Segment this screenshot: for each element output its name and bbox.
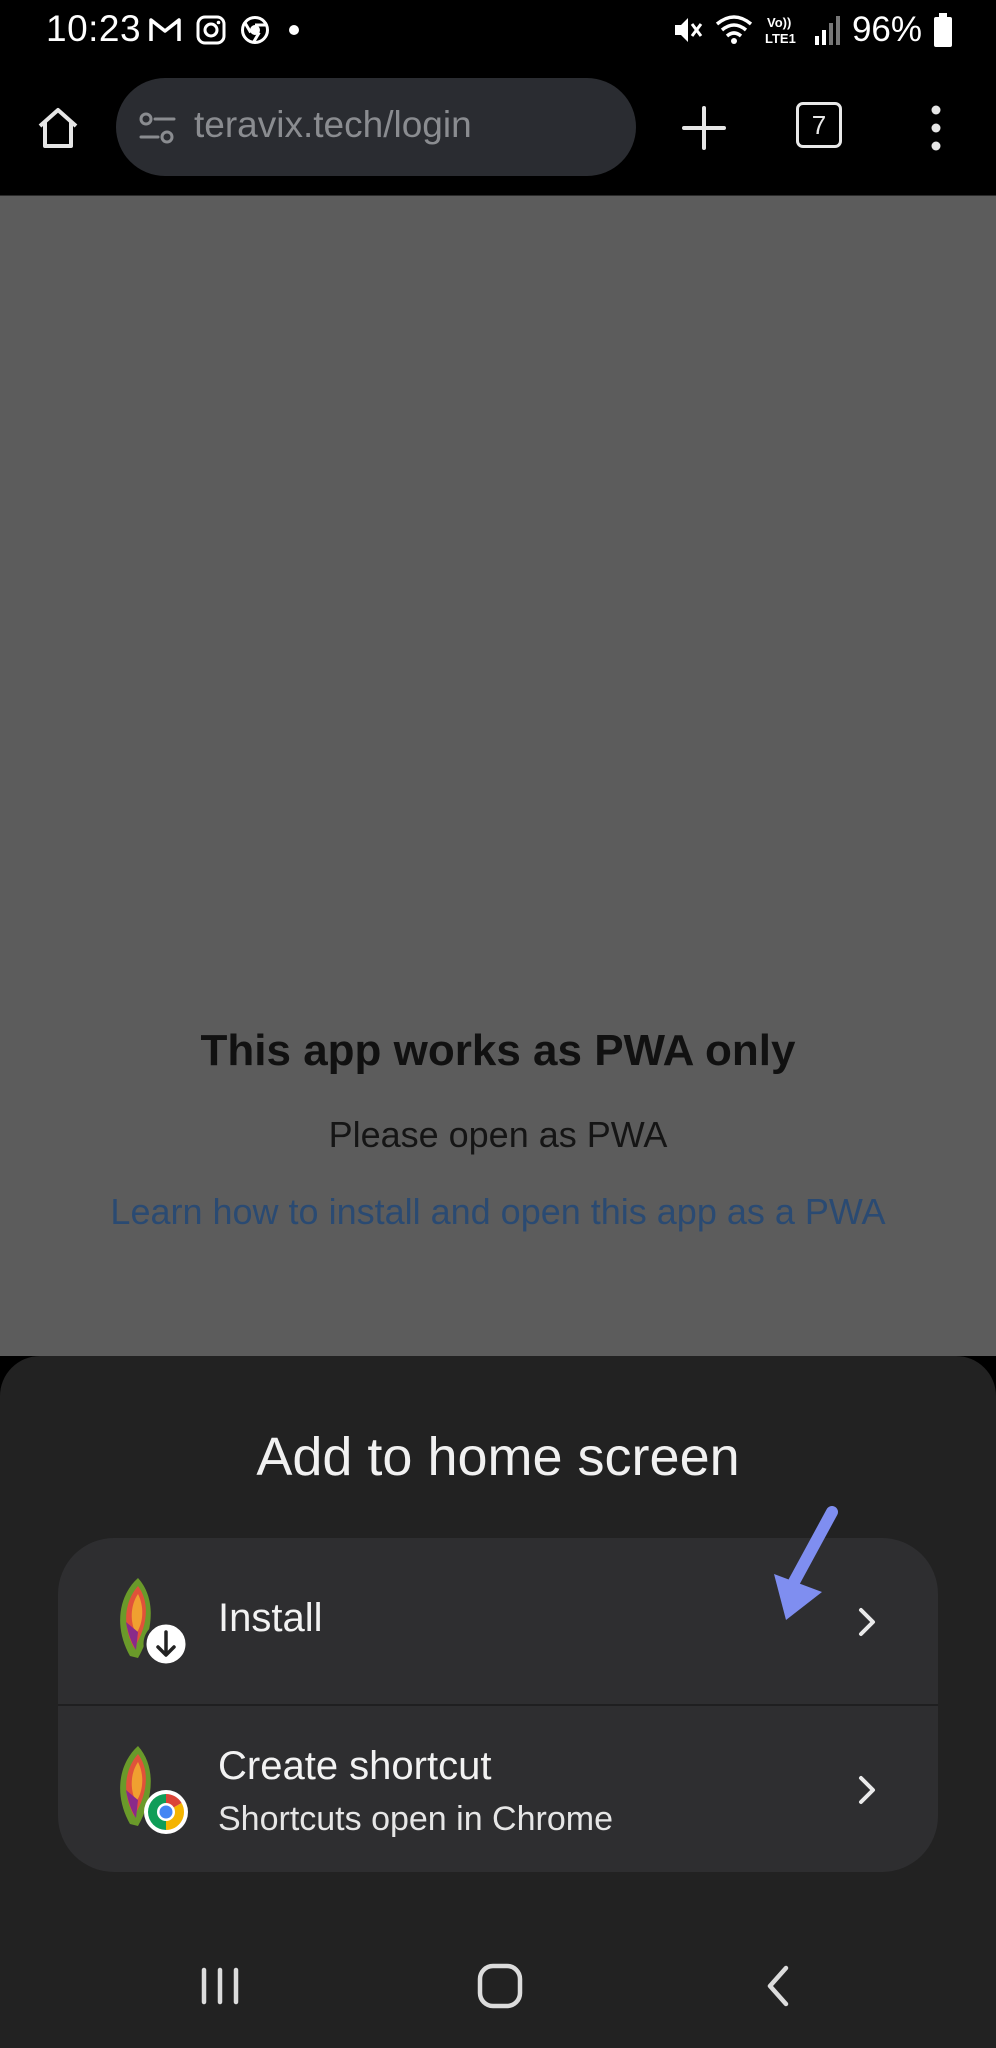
battery-percent: 96% (851, 10, 922, 49)
status-time: 10:23 (46, 8, 142, 49)
install-label: Install (218, 1596, 323, 1640)
battery-icon (934, 13, 952, 47)
back-nav-icon[interactable] (750, 1956, 810, 2016)
wifi-icon (715, 15, 753, 44)
home-nav-icon[interactable] (470, 1956, 530, 2016)
home-button[interactable] (30, 100, 86, 156)
create-shortcut-sublabel: Shortcuts open in Chrome (218, 1800, 613, 1838)
app-shortcut-icon (120, 1746, 188, 1834)
tab-switcher-button[interactable]: 7 (796, 102, 842, 148)
tab-count: 7 (811, 109, 827, 140)
svg-text:LTE1: LTE1 (765, 31, 796, 46)
chevron-right-icon (859, 1776, 875, 1804)
app-install-icon (120, 1578, 189, 1667)
home-icon (38, 108, 78, 148)
create-shortcut-label: Create shortcut (218, 1744, 492, 1788)
url-text[interactable]: teravix.tech/login (194, 104, 472, 146)
mute-icon (674, 18, 703, 42)
recent-apps-icon[interactable] (190, 1956, 250, 2016)
site-settings-icon[interactable] (136, 106, 180, 150)
signal-icon (814, 16, 840, 45)
volte-icon: Vo)) LTE1 (765, 15, 796, 46)
sheet-title: Add to home screen (256, 1427, 740, 1487)
status-bar: 10:23 Vo)) LTE1 96% (0, 0, 996, 62)
add-to-home-sheet: Add to home screen Install Create shortc… (0, 1356, 996, 2048)
notification-icons (148, 12, 304, 48)
page-subtitle: Please open as PWA (328, 1114, 668, 1155)
annotation-arrow-icon (774, 1506, 838, 1620)
chrome-icon (241, 16, 269, 44)
page-title: This app works as PWA only (200, 1026, 796, 1075)
new-tab-icon[interactable] (676, 100, 732, 156)
system-status-icons: Vo)) LTE1 96% (670, 10, 954, 50)
svg-text:Vo)): Vo)) (767, 15, 791, 30)
url-bar[interactable]: teravix.tech/login (116, 78, 636, 176)
instagram-icon (196, 15, 226, 45)
pwa-help-link[interactable]: Learn how to install and open this app a… (0, 1191, 996, 1233)
browser-toolbar: teravix.tech/login 7 (0, 62, 996, 196)
more-menu-icon[interactable] (916, 100, 956, 156)
gmail-icon (149, 18, 181, 41)
create-shortcut-option[interactable]: Create shortcut Shortcuts open in Chrome (58, 1706, 938, 1872)
page-content: This app works as PWA only Please open a… (0, 196, 996, 1356)
dot-icon (289, 25, 299, 35)
